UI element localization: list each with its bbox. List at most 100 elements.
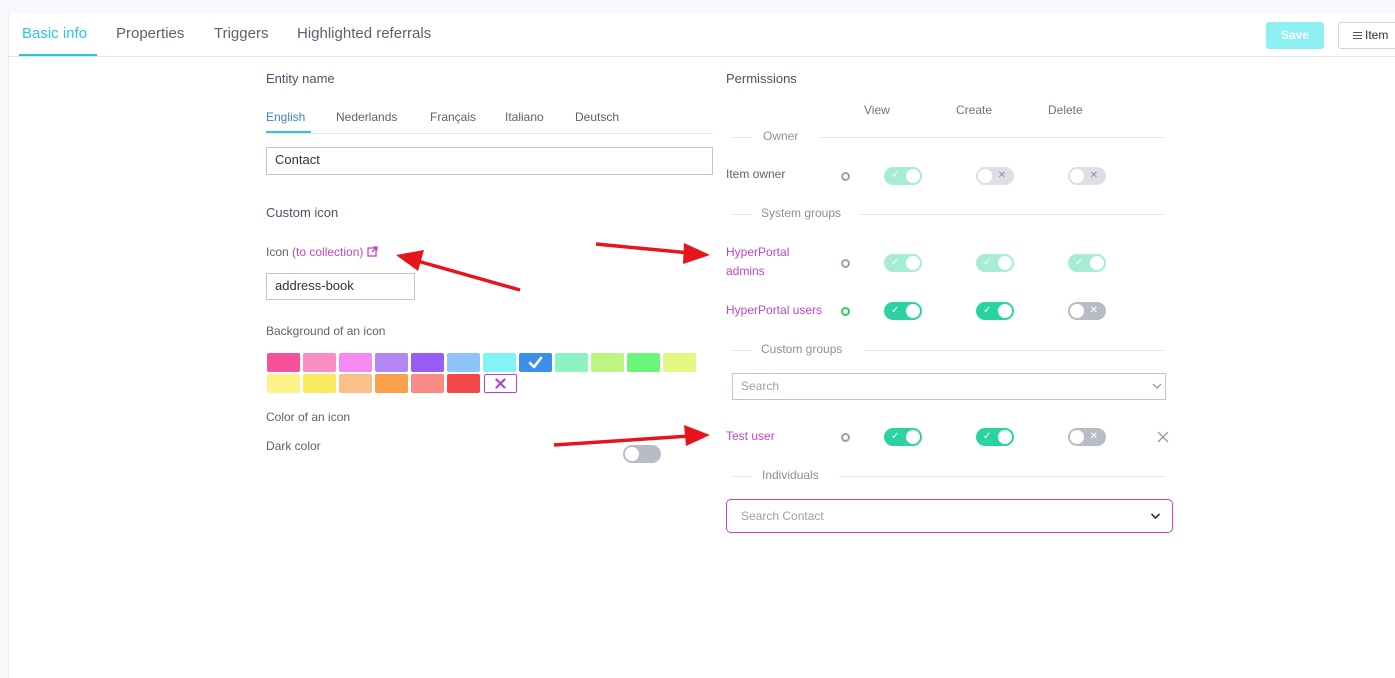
divider	[860, 214, 1166, 215]
icon-name-input[interactable]: address-book	[266, 273, 415, 300]
color-swatch[interactable]	[339, 353, 372, 372]
x-icon: ✕	[997, 170, 1006, 181]
items-button-label: Item	[1365, 28, 1389, 42]
admins-view-toggle[interactable]: ✓	[884, 254, 922, 272]
info-dot-icon	[841, 259, 850, 268]
check-icon: ✓	[891, 170, 900, 181]
tab-basic-info[interactable]: Basic info	[22, 25, 87, 42]
color-swatch[interactable]	[339, 374, 372, 393]
active-tab-indicator	[19, 54, 97, 56]
to-collection-link[interactable]: (to collection)	[292, 245, 363, 259]
row-test-user[interactable]: Test user	[726, 429, 775, 443]
color-swatch[interactable]	[375, 353, 408, 372]
color-swatch[interactable]	[663, 353, 696, 372]
icon-color-label: Color of an icon	[266, 410, 351, 424]
items-button[interactable]: Item	[1338, 22, 1395, 49]
check-icon: ✓	[1075, 257, 1084, 268]
divider	[732, 350, 752, 351]
section-owner: Owner	[763, 129, 799, 143]
dark-color-toggle[interactable]	[623, 445, 661, 463]
admins-delete-toggle[interactable]: ✓	[1068, 254, 1106, 272]
column-create: Create	[956, 103, 993, 117]
divider	[732, 137, 752, 138]
color-swatch[interactable]	[411, 374, 444, 393]
color-swatch[interactable]	[375, 374, 408, 393]
color-swatch[interactable]	[555, 353, 588, 372]
divider	[732, 214, 752, 215]
item-owner-create-toggle[interactable]: ✕	[976, 167, 1014, 185]
test-user-create-toggle[interactable]: ✓	[976, 428, 1014, 446]
permissions-heading: Permissions	[726, 71, 797, 86]
info-dot-icon	[841, 433, 850, 442]
lang-tab-english[interactable]: English	[266, 110, 305, 124]
active-lang-indicator	[266, 131, 311, 133]
color-swatch[interactable]	[447, 374, 480, 393]
color-swatch[interactable]	[591, 353, 624, 372]
toggle-knob	[625, 447, 639, 461]
divider	[839, 476, 1166, 477]
row-hyperportal-admins-line1[interactable]: HyperPortal	[726, 245, 789, 259]
column-delete: Delete	[1048, 103, 1083, 117]
test-user-delete-toggle[interactable]: ✕	[1068, 428, 1106, 446]
test-user-view-toggle[interactable]: ✓	[884, 428, 922, 446]
toggle-knob	[906, 256, 920, 270]
custom-group-search[interactable]: Search	[732, 373, 1166, 400]
tab-properties[interactable]: Properties	[116, 25, 184, 42]
check-icon: ✓	[983, 431, 992, 442]
lang-tab-deutsch[interactable]: Deutsch	[575, 110, 619, 124]
color-swatch[interactable]	[483, 353, 516, 372]
divider	[732, 476, 752, 477]
dark-color-label: Dark color	[266, 439, 321, 453]
tab-bar: Basic info Properties Triggers Highlight…	[9, 14, 1395, 57]
item-owner-view-toggle[interactable]: ✓	[884, 167, 922, 185]
divider	[864, 350, 1166, 351]
color-swatch[interactable]	[267, 374, 300, 393]
color-swatch[interactable]	[303, 374, 336, 393]
check-icon: ✓	[983, 257, 992, 268]
clear-color-button[interactable]	[484, 374, 517, 393]
external-link-icon[interactable]	[367, 246, 378, 257]
remove-group-icon[interactable]	[1157, 431, 1169, 443]
admins-create-toggle[interactable]: ✓	[976, 254, 1014, 272]
custom-icon-heading: Custom icon	[266, 205, 339, 220]
x-icon: ✕	[1089, 170, 1098, 181]
check-icon: ✓	[891, 257, 900, 268]
users-delete-toggle[interactable]: ✕	[1068, 302, 1106, 320]
check-icon: ✓	[983, 305, 992, 316]
x-icon: ✕	[1089, 431, 1098, 442]
list-icon	[1353, 32, 1362, 39]
divider	[819, 137, 1166, 138]
chevron-down-icon[interactable]	[1152, 382, 1162, 390]
users-view-toggle[interactable]: ✓	[884, 302, 922, 320]
color-swatch-selected[interactable]	[519, 353, 552, 372]
toggle-knob	[906, 304, 920, 318]
section-system-groups: System groups	[761, 206, 842, 220]
color-swatch[interactable]	[267, 353, 300, 372]
entity-name-input[interactable]: Contact	[266, 147, 713, 175]
check-icon	[528, 356, 543, 369]
search-contact-input[interactable]: Search Contact	[726, 499, 1173, 533]
toggle-knob	[1090, 256, 1104, 270]
status-dot-icon	[841, 307, 850, 316]
row-hyperportal-users[interactable]: HyperPortal users	[726, 303, 822, 317]
row-hyperportal-admins-line2[interactable]: admins	[726, 264, 765, 278]
color-swatch[interactable]	[303, 353, 336, 372]
background-label: Background of an icon	[266, 324, 386, 338]
tab-triggers[interactable]: Triggers	[214, 25, 268, 42]
lang-tab-italiano[interactable]: Italiano	[505, 110, 544, 124]
toggle-knob	[998, 430, 1012, 444]
tab-highlighted-referrals[interactable]: Highlighted referrals	[297, 25, 431, 42]
info-dot-icon	[841, 172, 850, 181]
item-owner-delete-toggle[interactable]: ✕	[1068, 167, 1106, 185]
save-button[interactable]: Save	[1266, 22, 1324, 49]
lang-tab-francais[interactable]: Français	[430, 110, 476, 124]
color-swatch[interactable]	[447, 353, 480, 372]
users-create-toggle[interactable]: ✓	[976, 302, 1014, 320]
lang-tab-nederlands[interactable]: Nederlands	[336, 110, 397, 124]
color-swatch[interactable]	[627, 353, 660, 372]
language-tabs: English Nederlands Français Italiano Deu…	[266, 106, 713, 134]
chevron-down-icon[interactable]	[1150, 512, 1161, 520]
toggle-knob	[1070, 169, 1084, 183]
color-swatch[interactable]	[411, 353, 444, 372]
toggle-knob	[998, 304, 1012, 318]
